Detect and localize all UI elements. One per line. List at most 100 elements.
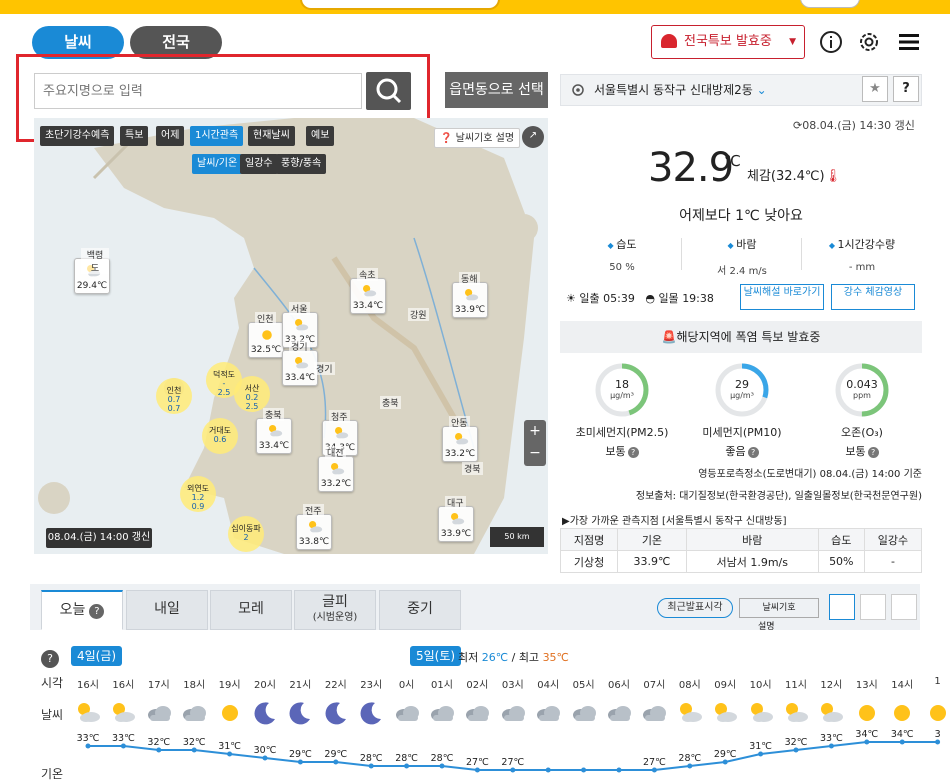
station-card[interactable]: 33.9℃ 동해 — [452, 272, 488, 318]
station-card[interactable]: 29.4℃ 백령도 — [74, 248, 110, 294]
map-mode-button[interactable]: 어제 — [156, 126, 185, 146]
banner-pill[interactable] — [300, 0, 500, 10]
forecast-tab[interactable]: 오늘 ? — [41, 590, 123, 630]
zoom-in-button[interactable]: + — [524, 420, 546, 442]
location-name[interactable]: 서울특별시 동작구 신대방제2동 ⌄ — [594, 81, 767, 98]
siren-icon — [661, 34, 677, 48]
forecast-hour: 14시 — [891, 680, 914, 691]
cloudy-icon — [501, 706, 525, 721]
table-cell: 기상청 — [559, 550, 619, 573]
recent-release-button[interactable]: 최근발표시각 — [657, 598, 733, 618]
station-name: 대전 — [325, 446, 346, 459]
partly-cloudy-icon — [269, 425, 283, 437]
select-by-emd-button[interactable]: 읍면동으로 선택 — [445, 72, 548, 108]
zoom-out-button[interactable]: − — [524, 442, 546, 464]
help-icon[interactable]: ? — [747, 447, 759, 458]
search-button[interactable] — [366, 72, 411, 110]
wind-marker[interactable]: 십이동파 2 — [228, 516, 264, 552]
wind-value: 2 — [243, 533, 249, 542]
air-gauge[interactable]: 18μg/m³ — [594, 362, 650, 418]
station-card[interactable]: 33.9℃ 대구 — [438, 496, 474, 542]
feels-like: 체감(32.4℃)🌡 — [747, 169, 842, 184]
divider — [801, 238, 802, 270]
stat-value: 서 2.4 m/s — [717, 266, 767, 277]
bar-chart-icon[interactable] — [860, 594, 886, 620]
help-icon[interactable]: ? — [893, 76, 919, 102]
station-card[interactable]: 32.5℃ 인천 — [248, 312, 284, 358]
line-chart-icon[interactable] — [829, 594, 855, 620]
forecast-hour: 16시 — [112, 680, 135, 691]
map-mode-button[interactable]: 초단기강수예측 — [40, 126, 115, 146]
temperature-label: 28℃ — [431, 753, 454, 764]
map-layer-button[interactable]: 일강수 — [240, 154, 278, 174]
temperature-point — [156, 747, 162, 753]
temperature-label: 28℃ — [395, 753, 418, 764]
temperature-point — [262, 755, 268, 761]
forecast-hour: 10시 — [749, 680, 772, 691]
gear-icon[interactable] — [856, 29, 882, 55]
station-name: 안동 — [449, 416, 470, 429]
station-card[interactable]: 33.2℃ 대전 — [318, 446, 354, 492]
station-card[interactable]: 33.2℃ 안동 — [442, 416, 478, 462]
air-grade: 보통 ? — [802, 443, 922, 459]
map-mode-button[interactable]: 현재날씨 — [248, 126, 295, 146]
forecast-tab[interactable]: 모레 — [210, 590, 292, 630]
help-icon[interactable]: ? — [89, 604, 105, 619]
wind-marker[interactable]: 서산 0.2 2.5 — [234, 376, 270, 412]
station-card[interactable]: 33.8℃ 전주 — [296, 504, 332, 550]
locate-icon[interactable] — [570, 82, 586, 98]
station-card[interactable]: 33.4℃ 충북 — [256, 408, 292, 454]
info-icon[interactable] — [818, 29, 844, 55]
temperature-point — [899, 739, 905, 745]
help-icon[interactable]: ? — [627, 447, 639, 458]
air-gauge[interactable]: 29μg/m³ — [714, 362, 770, 418]
temperature-label: 29℃ — [324, 749, 347, 760]
forecast-tab[interactable]: 글피 (시범운영) — [294, 590, 376, 630]
zoom-control[interactable]: + − — [524, 420, 546, 466]
heat-warning-bar: 🚨해당지역에 폭염 특보 발효중 — [560, 321, 922, 353]
help-icon[interactable]: ? — [867, 447, 879, 458]
weather-guide-button[interactable]: 날씨해설 바로가기 — [740, 284, 824, 310]
forecast-tab[interactable]: 내일 — [126, 590, 208, 630]
star-icon[interactable]: ★ — [862, 76, 888, 102]
forecast-tab[interactable]: 중기 — [379, 590, 461, 630]
search-input[interactable] — [34, 73, 362, 109]
station-card[interactable]: 33.4℃ 경기 — [282, 340, 318, 386]
temperature-point — [191, 747, 197, 753]
air-unit: ppm — [853, 391, 871, 400]
partly-sunny-icon — [113, 703, 136, 722]
map-mode-button[interactable]: 예보 — [306, 126, 335, 146]
banner-button[interactable] — [800, 0, 860, 8]
refresh-icon[interactable]: ⟳ — [793, 119, 802, 132]
temperature-label: 28℃ — [360, 753, 383, 764]
partly-cloudy-icon — [455, 433, 469, 445]
wind-marker[interactable]: 거대도 0.6 — [202, 418, 238, 454]
map-mode-button[interactable]: 1시간관측 — [190, 126, 244, 146]
station-temp: 33.2℃ — [444, 449, 476, 459]
map-legend-button[interactable]: ❓ 날씨기호 설명 — [434, 128, 521, 148]
sun-icon — [894, 705, 911, 721]
nationwide-alert-button[interactable]: 전국특보 발효중 ▼ — [651, 25, 805, 59]
wind-marker[interactable]: 인천 0.7 0.7 — [156, 378, 192, 414]
station-name: 서울 — [289, 302, 310, 315]
map-layer-button[interactable]: 풍향/풍속 — [276, 154, 327, 174]
temperature-point — [297, 759, 303, 765]
map-mode-button[interactable]: 특보 — [120, 126, 149, 146]
thermometer-icon: 🌡 — [824, 169, 842, 184]
temperature-point — [793, 747, 799, 753]
map-layer-button[interactable]: 날씨/기온 — [192, 154, 243, 174]
station-card[interactable]: 33.4℃ 속초 — [350, 268, 386, 314]
table-icon[interactable] — [891, 594, 917, 620]
help-icon[interactable]: ? — [41, 650, 59, 668]
air-gauge[interactable]: 0.043ppm — [834, 362, 890, 418]
forecast-hour: 21시 — [289, 680, 312, 691]
weather-map[interactable]: 초단기강수예측 특보 어제 1시간관측 현재날씨 예보 날씨/기온 일강수 풍향/풍속 ❓ 날… — [34, 118, 548, 554]
temperature-label: 28℃ — [678, 753, 701, 764]
rain-video-button[interactable]: 강수 체감영상 — [831, 284, 915, 310]
external-link-icon[interactable]: ↗ — [522, 126, 544, 148]
air-label: 오존(O₃) — [841, 426, 883, 439]
weather-symbol-button[interactable]: 날씨기호 — [739, 598, 819, 618]
wind-marker[interactable]: 외연도 1.2 0.9 — [180, 476, 216, 512]
symbol-note: 설명 — [758, 622, 775, 632]
menu-icon[interactable] — [896, 29, 922, 55]
